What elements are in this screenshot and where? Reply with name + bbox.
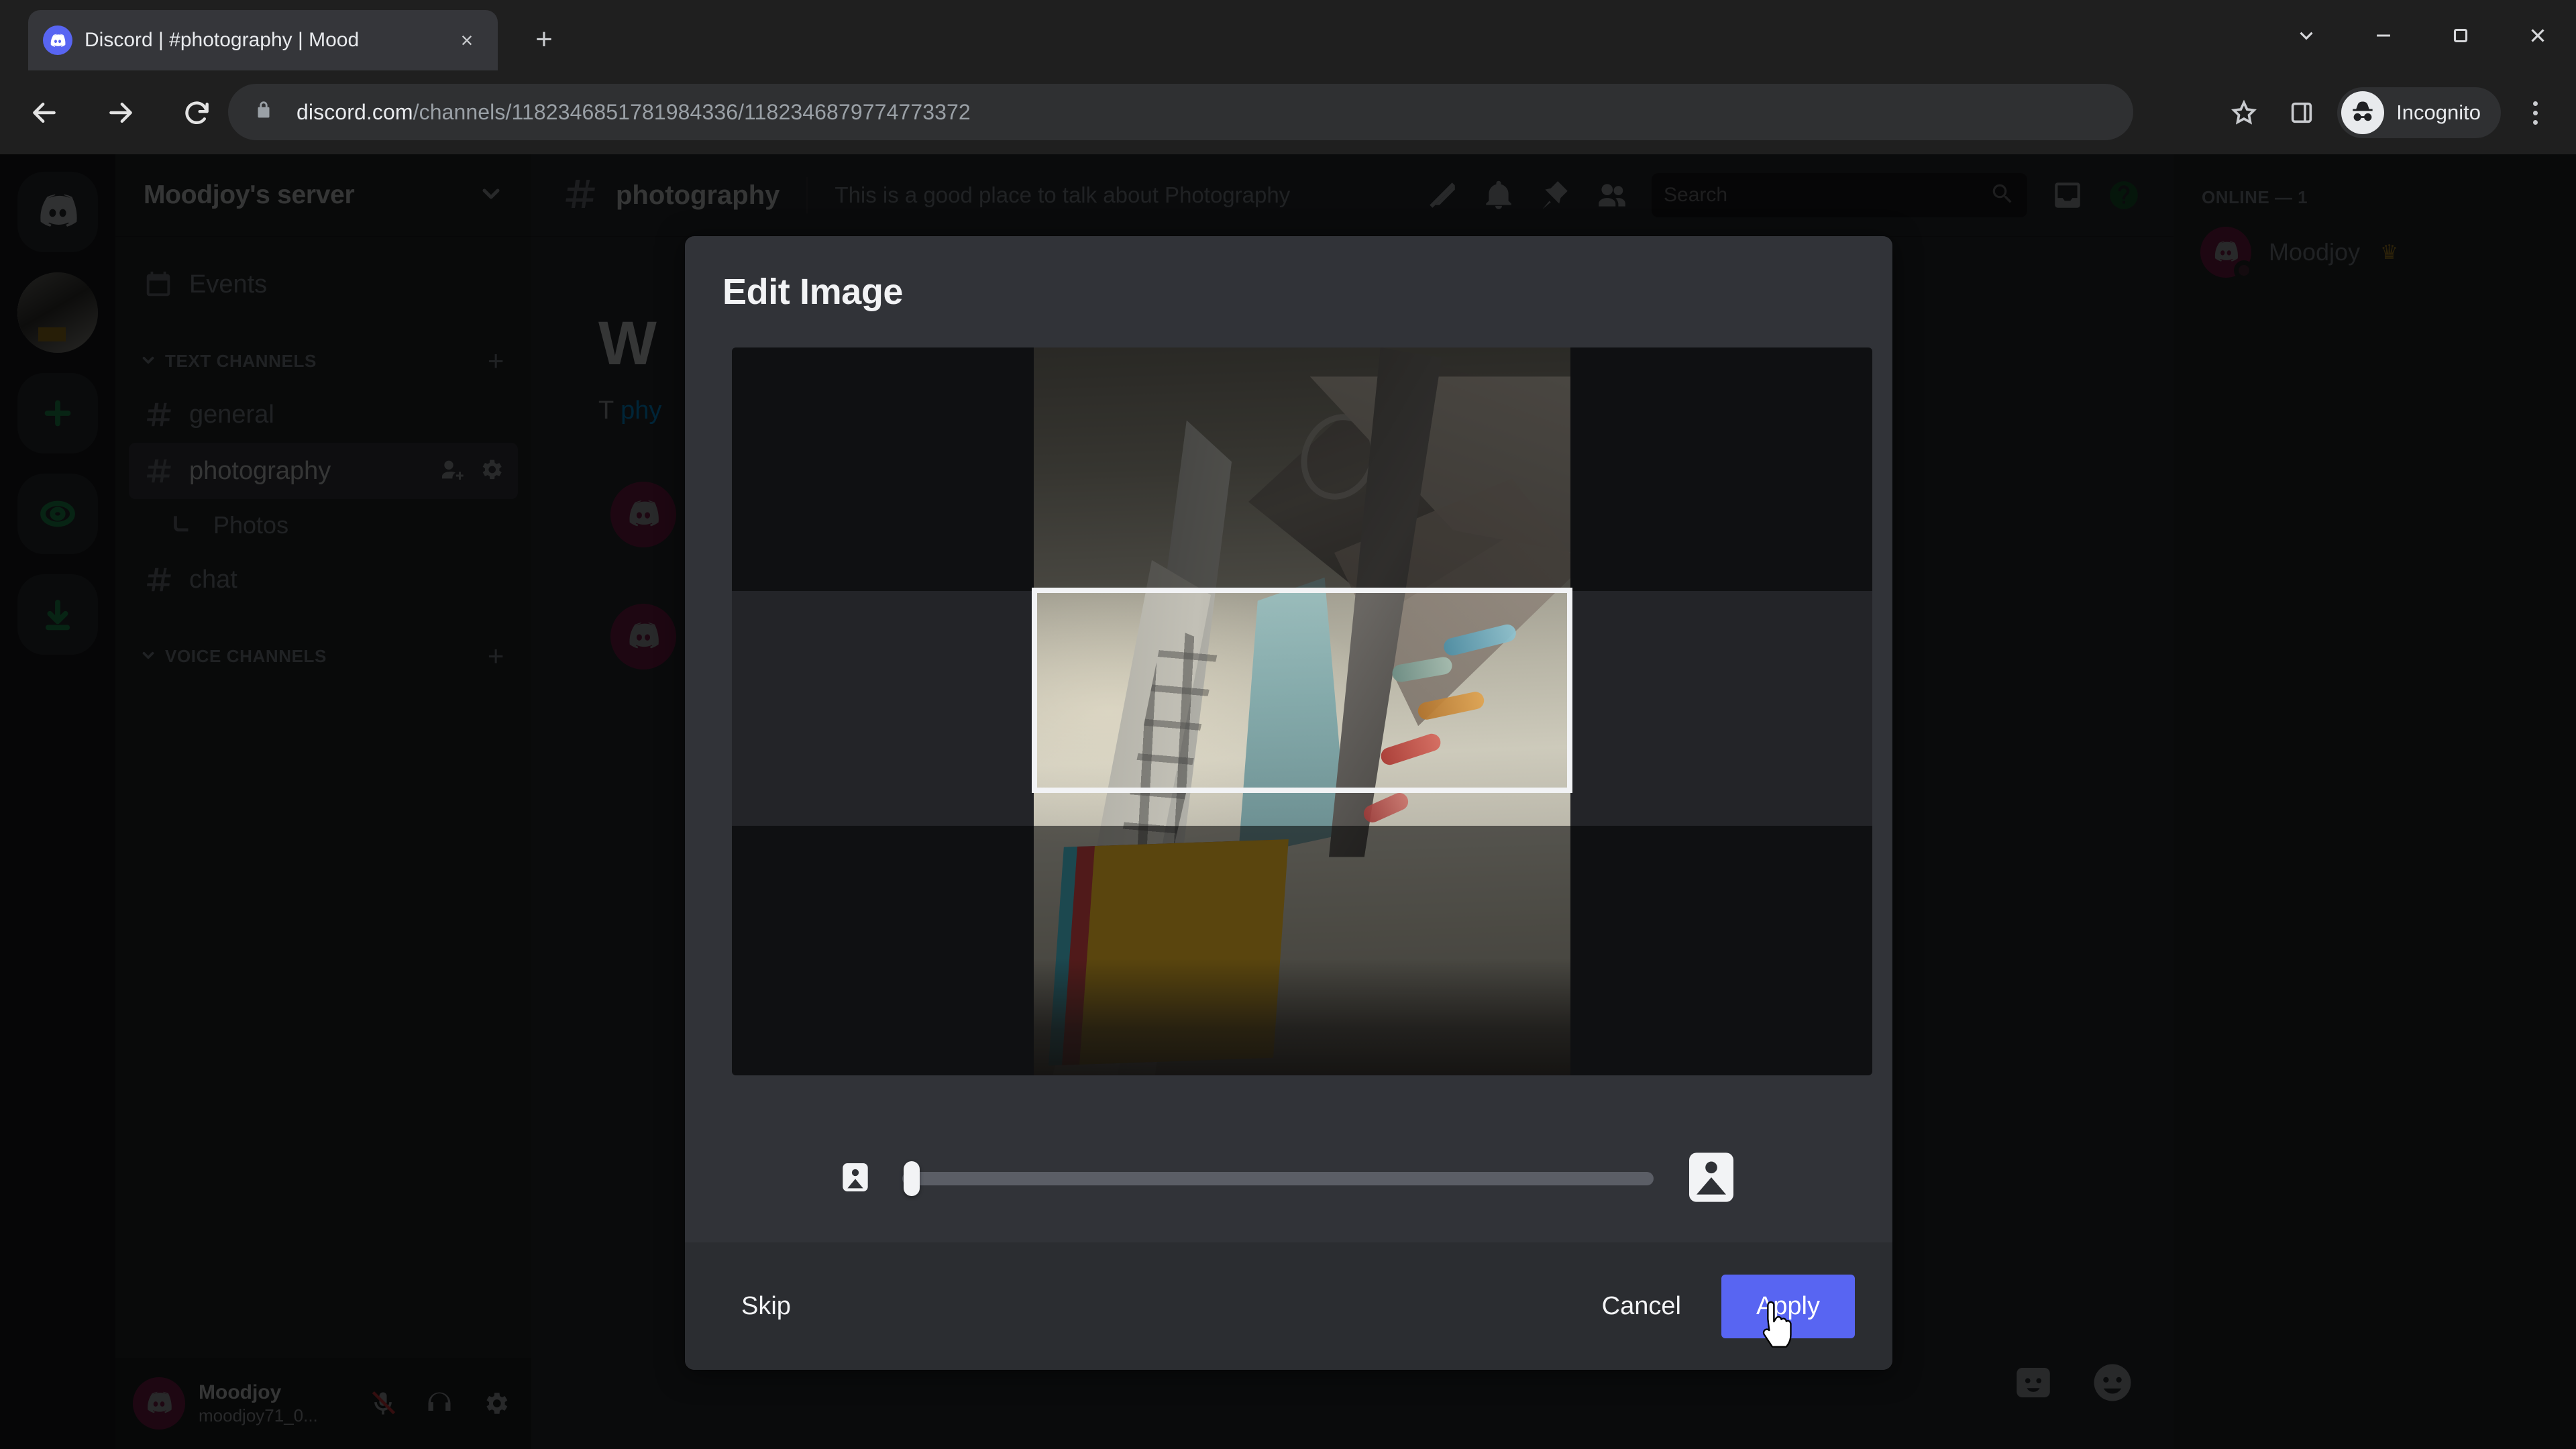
incognito-label: Incognito (2396, 101, 2481, 124)
tab-strip: Discord | #photography | Mood × + (0, 0, 2576, 70)
tab-title: Discord | #photography | Mood (85, 29, 360, 51)
url-host: discord.com (297, 99, 413, 124)
crop-dim-top (732, 347, 1872, 591)
star-icon[interactable] (2218, 87, 2270, 139)
lock-icon (252, 99, 279, 125)
close-window-icon[interactable] (2499, 0, 2576, 70)
close-icon[interactable]: × (451, 24, 483, 56)
url-path: /channels/1182346851781984336/1182346879… (413, 99, 971, 124)
chevron-down-icon[interactable] (2267, 0, 2345, 70)
zoom-slider-track[interactable] (902, 1172, 1654, 1185)
discord-icon (43, 25, 72, 55)
address-bar[interactable]: discord.com/channels/1182346851781984336… (228, 84, 2133, 140)
large-image-icon[interactable] (1682, 1148, 1741, 1210)
back-arrow-icon[interactable] (12, 80, 76, 145)
modal-body (685, 347, 1892, 1115)
browser-window: Discord | #photography | Mood × + discor… (0, 0, 2576, 1449)
zoom-slider[interactable] (902, 1161, 1654, 1196)
modal-header: Edit Image (685, 236, 1892, 347)
side-panel-icon[interactable] (2275, 87, 2328, 139)
incognito-profile-chip[interactable]: Incognito (2337, 87, 2501, 138)
forward-arrow-icon[interactable] (89, 80, 153, 145)
three-dot-menu-icon[interactable] (2512, 87, 2559, 139)
footer-actions: Cancel Apply (1582, 1274, 1855, 1338)
toolbar-right: Incognito (2218, 85, 2559, 141)
cancel-button[interactable]: Cancel (1582, 1279, 1701, 1334)
modal-title: Edit Image (722, 272, 904, 312)
apply-button[interactable]: Apply (1721, 1274, 1855, 1338)
edit-image-modal: Edit Image Skip Cancel Apply (685, 236, 1892, 1370)
small-image-icon[interactable] (837, 1159, 874, 1199)
zoom-control-row (685, 1115, 1892, 1242)
incognito-icon (2341, 91, 2385, 134)
minimize-icon[interactable] (2345, 0, 2422, 70)
skip-button[interactable]: Skip (722, 1279, 810, 1334)
window-controls (2267, 0, 2576, 70)
crop-dim-bottom (732, 826, 1872, 1075)
browser-tab[interactable]: Discord | #photography | Mood × (28, 10, 498, 70)
reload-icon[interactable] (165, 80, 229, 145)
maximize-icon[interactable] (2422, 0, 2499, 70)
modal-footer: Skip Cancel Apply (685, 1242, 1892, 1370)
crop-stage[interactable] (732, 347, 1872, 1075)
url-text: discord.com/channels/1182346851781984336… (297, 100, 971, 125)
zoom-slider-thumb[interactable] (904, 1161, 920, 1196)
new-tab-button[interactable]: + (523, 19, 565, 60)
